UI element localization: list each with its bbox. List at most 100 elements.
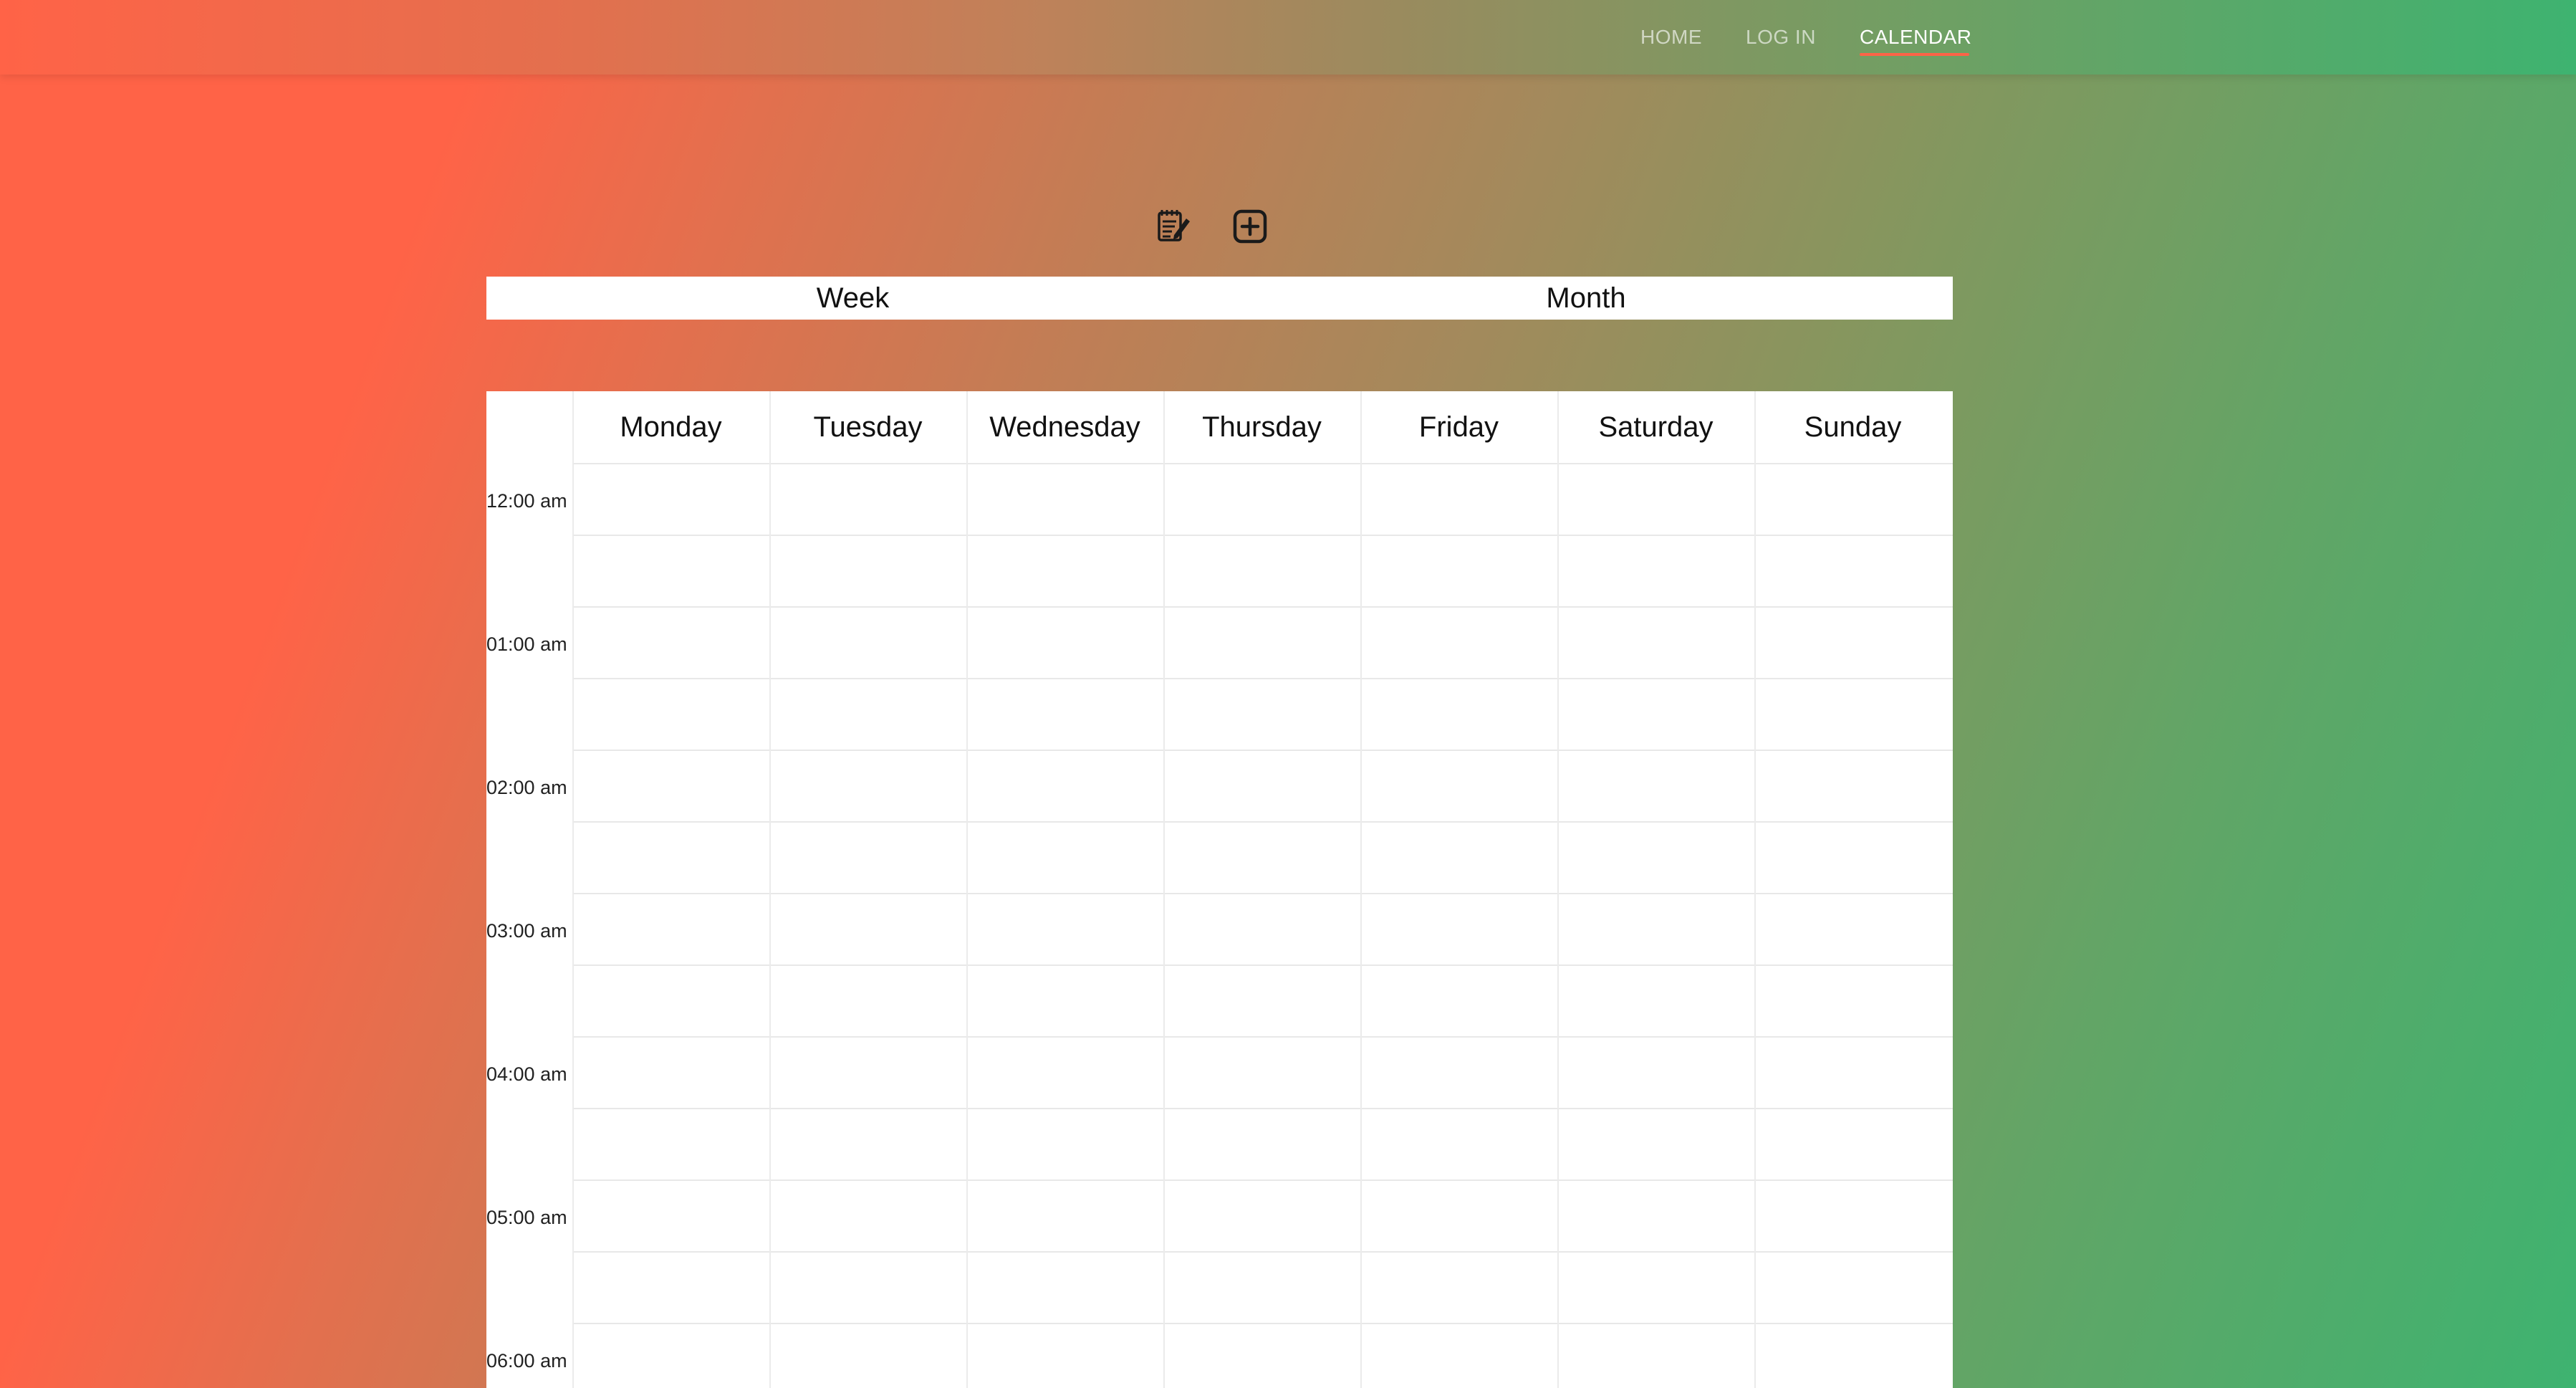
time-slot-cell[interactable]: [1163, 1324, 1360, 1388]
time-slot-cell[interactable]: [1163, 1109, 1360, 1179]
time-slot-cell[interactable]: [1163, 894, 1360, 965]
time-slot-cell[interactable]: [966, 679, 1163, 750]
time-slot-cell[interactable]: [1754, 751, 1951, 821]
time-slot-cell[interactable]: [966, 751, 1163, 821]
time-slot-cell[interactable]: [1557, 608, 1754, 678]
time-slot-cell[interactable]: [1754, 1181, 1951, 1251]
time-slot-cell[interactable]: [572, 536, 769, 606]
time-slot-cell[interactable]: [1754, 966, 1951, 1036]
time-slot-cell[interactable]: [1754, 464, 1951, 535]
time-slot-cell[interactable]: [1557, 751, 1754, 821]
time-slot-cell[interactable]: [769, 536, 966, 606]
time-slot-cell[interactable]: [1360, 679, 1557, 750]
time-slot-cell[interactable]: [572, 679, 769, 750]
time-slot-cell[interactable]: [1360, 1324, 1557, 1388]
time-slot-cell[interactable]: [1163, 608, 1360, 678]
time-slot-cell[interactable]: [1557, 1324, 1754, 1388]
time-slot-cell[interactable]: [1163, 679, 1360, 750]
time-slot-cell[interactable]: [572, 464, 769, 535]
week-view-button[interactable]: Week: [486, 277, 1219, 320]
time-slot-cell[interactable]: [1360, 751, 1557, 821]
time-slot-cell[interactable]: [572, 823, 769, 893]
time-slot-cell[interactable]: [1557, 464, 1754, 535]
time-slot-cell[interactable]: [572, 1253, 769, 1323]
time-slot-cell[interactable]: [1754, 679, 1951, 750]
time-slot-cell[interactable]: [769, 894, 966, 965]
time-slot-cell[interactable]: [1360, 966, 1557, 1036]
time-slot-cell[interactable]: [966, 608, 1163, 678]
time-slot-cell[interactable]: [1754, 894, 1951, 965]
time-slot-cell[interactable]: [1163, 1181, 1360, 1251]
time-slot-cell[interactable]: [1754, 1253, 1951, 1323]
time-slot-cell[interactable]: [1754, 1038, 1951, 1108]
month-view-button[interactable]: Month: [1219, 277, 1953, 320]
time-slot-cell[interactable]: [966, 823, 1163, 893]
time-slot-cell[interactable]: [769, 966, 966, 1036]
time-slot-cell[interactable]: [966, 464, 1163, 535]
time-slot-cell[interactable]: [1557, 679, 1754, 750]
time-slot-cell[interactable]: [1360, 1109, 1557, 1179]
time-slot-cell[interactable]: [572, 751, 769, 821]
time-slot-cell[interactable]: [1557, 1253, 1754, 1323]
time-slot-cell[interactable]: [1163, 464, 1360, 535]
time-slot-cell[interactable]: [966, 1253, 1163, 1323]
grid-column-divider: [572, 391, 574, 1388]
time-slot-cell[interactable]: [1754, 1324, 1951, 1388]
time-slot-cell[interactable]: [1557, 1181, 1754, 1251]
time-slot-cell[interactable]: [1360, 1253, 1557, 1323]
time-slot-cell[interactable]: [966, 536, 1163, 606]
time-slot-cell[interactable]: [1557, 966, 1754, 1036]
edit-notes-icon[interactable]: [1155, 208, 1192, 245]
time-slot-cell[interactable]: [966, 1109, 1163, 1179]
time-slot-cell[interactable]: [769, 1109, 966, 1179]
nav-calendar-link[interactable]: CALENDAR: [1860, 26, 1971, 49]
time-slot-cell[interactable]: [769, 464, 966, 535]
time-slot-cell[interactable]: [1557, 823, 1754, 893]
time-slot-cell[interactable]: [769, 1324, 966, 1388]
time-slot-cell[interactable]: [1360, 1181, 1557, 1251]
time-slot-cell[interactable]: [769, 608, 966, 678]
time-slot-cell[interactable]: [1557, 1038, 1754, 1108]
time-slot-cell[interactable]: [1163, 1038, 1360, 1108]
time-slot-cell[interactable]: [1360, 894, 1557, 965]
time-slot-cell[interactable]: [1754, 823, 1951, 893]
time-slot-cell[interactable]: [1163, 966, 1360, 1036]
time-slot-cell[interactable]: [572, 966, 769, 1036]
time-slot-cell[interactable]: [572, 1324, 769, 1388]
time-slot-cell[interactable]: [1754, 608, 1951, 678]
time-slot-cell[interactable]: [1360, 464, 1557, 535]
time-slot-cell[interactable]: [1557, 1109, 1754, 1179]
grid-column-divider: [1360, 391, 1362, 1388]
time-slot-cell[interactable]: [572, 608, 769, 678]
time-slot-cell[interactable]: [1360, 823, 1557, 893]
time-slot-cell[interactable]: [1163, 1253, 1360, 1323]
time-slot-cell[interactable]: [572, 894, 769, 965]
time-slot-cell[interactable]: [572, 1181, 769, 1251]
time-slot-cell[interactable]: [769, 679, 966, 750]
time-slot-cell[interactable]: [966, 894, 1163, 965]
time-slot-cell[interactable]: [572, 1109, 769, 1179]
add-square-icon[interactable]: [1231, 208, 1269, 245]
time-slot-cell[interactable]: [769, 1253, 966, 1323]
time-slot-cell[interactable]: [1163, 751, 1360, 821]
nav-home-link[interactable]: HOME: [1640, 26, 1702, 49]
time-slot-cell[interactable]: [1163, 823, 1360, 893]
time-slot-cell[interactable]: [769, 751, 966, 821]
time-slot-cell[interactable]: [1360, 1038, 1557, 1108]
time-slot-cell[interactable]: [966, 1324, 1163, 1388]
time-slot-cell[interactable]: [1754, 536, 1951, 606]
time-slot-cell[interactable]: [769, 1038, 966, 1108]
time-slot-cell[interactable]: [966, 1038, 1163, 1108]
time-slot-cell[interactable]: [769, 1181, 966, 1251]
time-slot-cell[interactable]: [1557, 894, 1754, 965]
time-slot-cell[interactable]: [1163, 536, 1360, 606]
time-slot-cell[interactable]: [572, 1038, 769, 1108]
time-slot-cell[interactable]: [966, 1181, 1163, 1251]
time-slot-cell[interactable]: [1754, 1109, 1951, 1179]
time-slot-cell[interactable]: [1360, 608, 1557, 678]
nav-login-link[interactable]: LOG IN: [1746, 26, 1816, 49]
time-slot-cell[interactable]: [769, 823, 966, 893]
time-slot-cell[interactable]: [1557, 536, 1754, 606]
time-slot-cell[interactable]: [966, 966, 1163, 1036]
time-slot-cell[interactable]: [1360, 536, 1557, 606]
